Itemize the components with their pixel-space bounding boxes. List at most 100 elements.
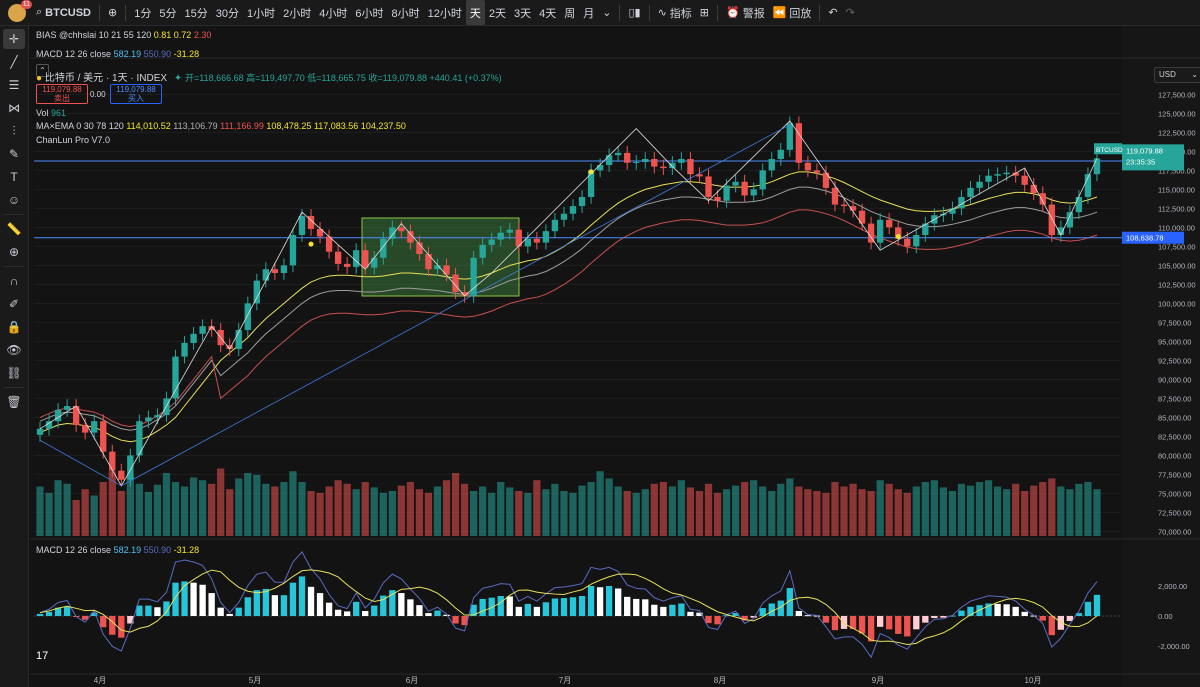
- alert-button[interactable]: ⏰ 警报: [722, 0, 769, 25]
- forecast-tool[interactable]: ⫶: [3, 121, 25, 141]
- candle-body: [343, 263, 351, 267]
- macd-histogram-bar: [750, 616, 757, 618]
- trendline-tool[interactable]: ╱: [3, 52, 25, 72]
- interval-14[interactable]: 周: [560, 0, 579, 25]
- interval-0[interactable]: 1分: [130, 0, 155, 25]
- currency-label: USD: [1159, 70, 1176, 79]
- macd-histogram-bar: [615, 588, 622, 616]
- volume-bar: [704, 483, 713, 536]
- candle-body: [91, 421, 98, 433]
- interval-2[interactable]: 15分: [180, 0, 211, 25]
- volume-bar: [442, 480, 451, 536]
- crosshair-tool[interactable]: ✛: [3, 29, 25, 49]
- interval-8[interactable]: 8小时: [387, 0, 423, 25]
- pattern-icon: ⋈: [8, 101, 20, 115]
- volume-bar: [1012, 483, 1020, 536]
- zoom-tool[interactable]: ⊕: [3, 242, 25, 262]
- interval-15[interactable]: 月: [579, 0, 598, 25]
- interval-10[interactable]: 天: [465, 0, 485, 25]
- undo-button[interactable]: ↶: [824, 0, 841, 25]
- pattern-tool[interactable]: ⋈: [3, 98, 25, 118]
- macd-histogram-bar: [145, 605, 152, 616]
- interval-6[interactable]: 4小时: [315, 0, 351, 25]
- ma-value-3: 111,166.99: [220, 121, 264, 131]
- brush-tool[interactable]: ✎: [3, 144, 25, 164]
- volume-bar: [135, 483, 143, 536]
- volume-bar: [72, 500, 80, 536]
- volume-value: 961: [51, 108, 67, 118]
- interval-5[interactable]: 2小时: [279, 0, 315, 25]
- interval-12[interactable]: 3天: [510, 0, 535, 25]
- symbol-tag: BTCUSD: [1096, 147, 1123, 154]
- volume-bar: [171, 482, 180, 536]
- volume-bar: [677, 480, 686, 536]
- macd-bottom-legend: MACD 12 26 close 582.19 550.90 -31.28: [36, 545, 199, 555]
- ma-name: MA×EMA 0 30 78 120: [36, 121, 124, 131]
- interval-11[interactable]: 2天: [485, 0, 510, 25]
- interval-1[interactable]: 5分: [155, 0, 180, 25]
- candle-body: [118, 470, 125, 480]
- pencil-lock-icon: ✐: [8, 297, 20, 311]
- redo-button[interactable]: ↷: [842, 0, 859, 25]
- ohlc-values: 开=118,666.68 高=119,497.70 低=118,665.75 收…: [185, 73, 502, 83]
- fib-tool[interactable]: ☰: [3, 75, 25, 95]
- templates-button[interactable]: ⊞: [696, 0, 713, 25]
- user-avatar[interactable]: 11: [8, 0, 32, 22]
- macd-histogram-bar: [109, 616, 116, 635]
- interval-dropdown[interactable]: ⌄: [598, 0, 615, 25]
- lock-tool[interactable]: 🔒: [3, 317, 25, 337]
- macd-histogram-bar: [596, 587, 604, 616]
- x-axis-label: 9月: [872, 676, 884, 685]
- y-tick-label: 95,000.00: [1158, 337, 1191, 346]
- volume-bar: [506, 487, 514, 536]
- sell-button[interactable]: 119,079.88 卖出: [36, 84, 88, 104]
- emoji-tool[interactable]: ☺: [3, 190, 25, 210]
- macd-value-3: -31.28: [173, 49, 200, 59]
- candle-body: [1093, 158, 1101, 175]
- candle-body: [488, 239, 495, 245]
- macd-histogram-bar: [208, 593, 215, 616]
- buy-button[interactable]: 119,079.88 买入: [110, 84, 162, 104]
- symbol-search[interactable]: ⌕ BTCUSD: [32, 0, 95, 25]
- link-tool[interactable]: ⛓: [3, 363, 25, 383]
- macd-bottom-value-1: 582.19: [113, 545, 142, 555]
- interval-7[interactable]: 6小时: [351, 0, 387, 25]
- hide-tool[interactable]: 👁: [3, 340, 25, 360]
- volume-bar: [189, 477, 198, 536]
- candle-body: [813, 170, 821, 173]
- y-tick-label: 110,000.00: [1158, 223, 1195, 232]
- ruler-tool[interactable]: 📏: [3, 219, 25, 239]
- volume-bar: [804, 489, 812, 536]
- macd-histogram-bar: [642, 599, 649, 616]
- magnet-tool[interactable]: ∩: [3, 271, 25, 291]
- macd-histogram-bar: [425, 613, 432, 616]
- y-tick-label: 97,500.00: [1158, 318, 1191, 327]
- macd-histogram-bar: [840, 616, 848, 629]
- interval-4[interactable]: 1小时: [243, 0, 279, 25]
- plus-icon: ⊕: [108, 7, 118, 19]
- candle-body: [777, 149, 784, 159]
- volume-bar: [731, 485, 740, 536]
- candle-body: [542, 231, 550, 243]
- macd-histogram-bar: [714, 616, 721, 625]
- candle-body: [886, 219, 893, 228]
- interval-13[interactable]: 4天: [535, 0, 560, 25]
- add-symbol-button[interactable]: ⊕: [104, 0, 121, 25]
- interval-3[interactable]: 30分: [212, 0, 243, 25]
- indicators-button[interactable]: ∿ 指标: [654, 0, 696, 25]
- text-tool[interactable]: T: [3, 167, 25, 187]
- keep-drawing-tool[interactable]: ✐: [3, 294, 25, 314]
- macd-histogram-bar: [1093, 594, 1101, 616]
- volume-bar: [289, 471, 297, 536]
- interval-9[interactable]: 12小时: [424, 0, 466, 25]
- volume-bar: [352, 489, 360, 536]
- chart-type-button[interactable]: ▯▮: [624, 0, 644, 25]
- currency-select[interactable]: USD ⌄: [1154, 67, 1200, 83]
- candle-body: [732, 181, 739, 186]
- delete-tool[interactable]: 🗑: [3, 392, 25, 412]
- volume-bar: [759, 486, 767, 536]
- candle-body: [199, 326, 206, 334]
- macd-histogram-bar: [298, 576, 306, 616]
- signal-dot: [895, 234, 901, 240]
- replay-button[interactable]: ⏪ 回放: [769, 0, 816, 25]
